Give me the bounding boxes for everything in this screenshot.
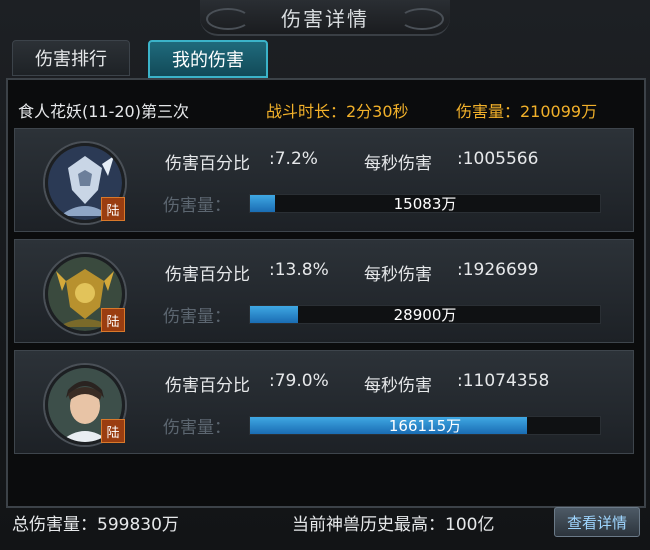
battle-summary: 食人花妖(11-20)第三次 战斗时长：2分30秒 伤害量：210099万	[8, 95, 638, 125]
amount-label: 伤害量：	[163, 307, 231, 327]
tab-my-damage[interactable]: 我的伤害	[148, 40, 268, 78]
hero-damage-card: 陆 伤害百分比 :79.0% 每秒伤害 :11074358 伤害量： 16611…	[14, 350, 634, 454]
dps-label: 每秒伤害	[364, 154, 432, 174]
title-banner: 伤害详情	[200, 0, 450, 36]
total-damage: 总伤害量：599830万	[12, 515, 179, 535]
fight-duration: 战斗时长：2分30秒	[266, 102, 409, 121]
amount-label: 伤害量：	[163, 418, 231, 438]
dps-label: 每秒伤害	[364, 265, 432, 285]
damage-detail-panel: 伤害详情 伤害排行 我的伤害 食人花妖(11-20)第三次 战斗时长：2分30秒…	[0, 0, 650, 550]
land-badge: 陆	[101, 419, 125, 443]
dps-value: :11074358	[457, 371, 550, 391]
window-title: 伤害详情	[281, 6, 369, 31]
percent-label: 伤害百分比	[165, 376, 250, 396]
damage-amount: 28900万	[393, 306, 457, 324]
damage-bar: 15083万	[249, 194, 601, 213]
hero-damage-card: 陆 伤害百分比 :13.8% 每秒伤害 :1926699 伤害量： 28900万	[14, 239, 634, 343]
hero-damage-card: 陆 伤害百分比 :7.2% 每秒伤害 :1005566 伤害量： 15083万	[14, 128, 634, 232]
ornament-icon	[206, 8, 250, 30]
view-details-button[interactable]: 查看详情	[554, 507, 640, 537]
amount-label: 伤害量：	[163, 196, 231, 216]
damage-bar: 166115万	[249, 416, 601, 435]
boss-name: 食人花妖(11-20)第三次	[18, 102, 189, 121]
history-record: 当前神兽历史最高：100亿	[292, 515, 495, 535]
percent-value: :79.0%	[269, 371, 329, 391]
percent-label: 伤害百分比	[165, 154, 250, 174]
percent-value: :7.2%	[269, 149, 318, 169]
percent-value: :13.8%	[269, 260, 329, 280]
damage-bar: 28900万	[249, 305, 601, 324]
dps-label: 每秒伤害	[364, 376, 432, 396]
percent-label: 伤害百分比	[165, 265, 250, 285]
damage-amount: 15083万	[393, 195, 457, 213]
land-badge: 陆	[101, 197, 125, 221]
tab-damage-ranking[interactable]: 伤害排行	[12, 40, 130, 76]
land-badge: 陆	[101, 308, 125, 332]
dps-value: :1005566	[457, 149, 539, 169]
damage-amount: 166115万	[388, 417, 462, 435]
ornament-icon	[400, 8, 444, 30]
damage-total: 伤害量：210099万	[456, 102, 598, 121]
dps-value: :1926699	[457, 260, 539, 280]
